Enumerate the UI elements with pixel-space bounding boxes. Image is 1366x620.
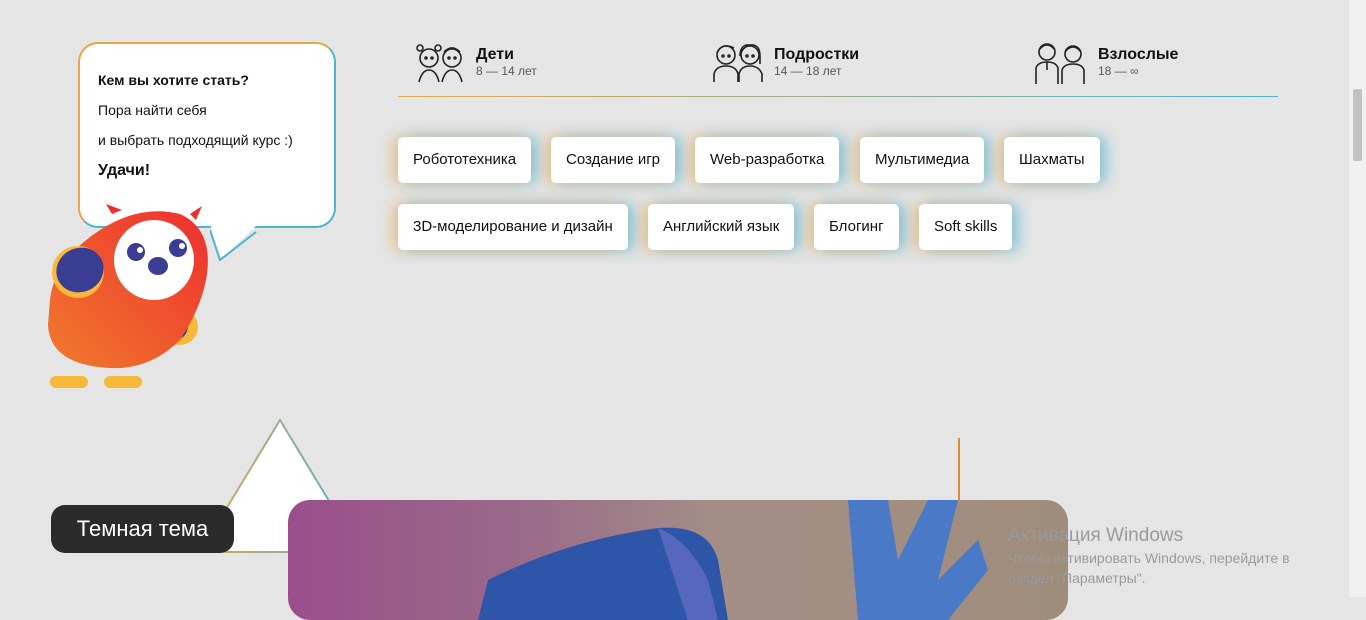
course-robotics[interactable]: Робототехника (398, 137, 532, 183)
course-english[interactable]: Английский язык (648, 204, 795, 250)
course-web-development[interactable]: Web-разработка (695, 137, 840, 183)
bubble-line-2: и выбрать подходящий курс :) (98, 132, 293, 148)
owl-mascot-icon (48, 204, 208, 388)
course-chess[interactable]: Шахматы (1004, 137, 1100, 183)
activation-title: Активация Windows (1008, 525, 1184, 546)
bubble-line-1: Пора найти себя (98, 102, 207, 118)
age-tabs-divider (398, 96, 1278, 97)
age-tab-kids-range: 8 — 14 лет (476, 64, 537, 78)
age-tab-kids[interactable]: Дети 8 — 14 лет (414, 40, 537, 84)
adults-icon (1035, 43, 1085, 84)
vr-headset-icon (478, 500, 988, 620)
course-blogging[interactable]: Блогинг (814, 204, 899, 250)
age-tab-teens[interactable]: Подростки 14 — 18 лет (712, 40, 859, 84)
bubble-luck: Удачи! (98, 162, 151, 179)
age-tab-kids-name: Дети (476, 46, 514, 63)
age-tab-adults[interactable]: Взлослые 18 — ∞ (1034, 40, 1178, 84)
page-scrollbar[interactable] (1349, 0, 1366, 597)
scrollbar-thumb[interactable] (1353, 89, 1362, 161)
windows-activation-watermark: Активация Windows Чтобы активировать Win… (1008, 524, 1318, 588)
decor-vertical-line (958, 438, 960, 500)
activation-text: Чтобы активировать Windows, перейдите в … (1008, 550, 1290, 586)
course-3d-modeling[interactable]: 3D-моделирование и дизайн (398, 204, 628, 250)
course-soft-skills[interactable]: Soft skills (919, 204, 1013, 250)
age-tab-teens-name: Подростки (774, 46, 860, 63)
kids-icon (416, 44, 463, 83)
age-tab-adults-name: Взлослые (1098, 46, 1179, 63)
bubble-question: Кем вы хотите стать? (98, 72, 249, 88)
dark-theme-button[interactable]: Темная тема (51, 505, 234, 553)
age-tab-adults-range: 18 — ∞ (1098, 64, 1139, 78)
hero-image-vr (288, 500, 1068, 620)
teens-icon (713, 44, 763, 82)
course-game-creation[interactable]: Создание игр (551, 137, 676, 183)
age-tab-teens-range: 14 — 18 лет (774, 64, 842, 78)
course-multimedia[interactable]: Мультимедиа (860, 137, 985, 183)
